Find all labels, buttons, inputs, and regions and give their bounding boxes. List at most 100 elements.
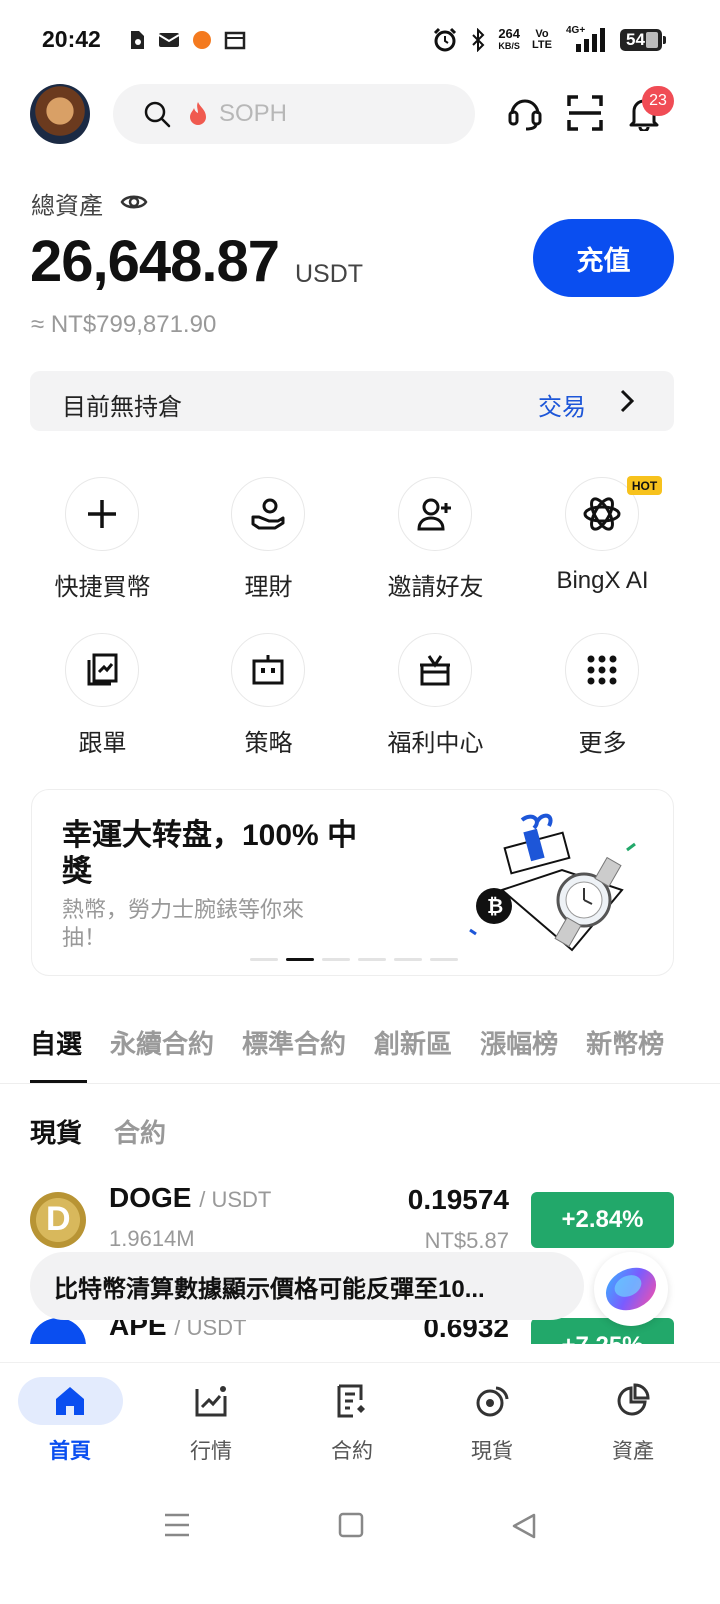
search-icon — [144, 101, 171, 128]
subtab-futures[interactable]: 合約 — [114, 1113, 166, 1150]
market-tabs: 自選 永續合約 標準合約 創新區 漲幅榜 新幣榜 — [30, 1024, 664, 1061]
calendar-icon — [224, 31, 246, 50]
table-row[interactable]: D DOGE / USDT 1.9614M 0.19574 NT$5.87 +2… — [0, 1180, 720, 1260]
system-navigation — [0, 1484, 720, 1604]
coin-fiat-price: NT$5.87 — [424, 1228, 509, 1253]
bot-icon — [252, 655, 284, 685]
back-button[interactable] — [510, 1512, 538, 1545]
nav-label: 資產 — [612, 1440, 654, 1463]
total-assets-label: 總資產 — [31, 193, 103, 220]
coin-price: 0.19574 — [407, 1184, 509, 1215]
quick-action-earn[interactable]: 理財 — [185, 477, 352, 617]
scan-button[interactable] — [565, 93, 605, 133]
spot-icon — [476, 1386, 509, 1417]
quick-action-rewards[interactable]: 福利中心 — [352, 633, 519, 773]
trade-link[interactable]: 交易 — [538, 387, 586, 422]
bluetooth-icon — [472, 28, 485, 52]
volte-indicator: Vo LTE — [532, 28, 552, 51]
mail-icon — [158, 33, 180, 47]
pie-icon — [617, 1383, 650, 1416]
quick-action-label: 理財 — [244, 574, 293, 601]
deposit-button[interactable]: 充值 — [533, 219, 674, 297]
headset-icon — [508, 99, 542, 131]
notification-badge: 23 — [642, 86, 674, 116]
promo-banner[interactable]: 幸運大转盘，100% 中獎 熱幣，勞力士腕錶等你來抽！ ₿ — [31, 789, 674, 976]
document-icon — [131, 31, 144, 49]
battery-indicator: 54 — [620, 29, 666, 51]
position-status: 目前無持倉 — [62, 394, 182, 421]
banner-title: 幸運大转盘，100% 中獎 — [62, 819, 358, 888]
quick-action-label: 福利中心 — [387, 730, 484, 757]
toggle-visibility-button[interactable] — [120, 190, 148, 219]
nav-label: 現貨 — [471, 1440, 513, 1463]
nav-label: 合約 — [331, 1440, 373, 1463]
recent-apps-button[interactable] — [163, 1512, 191, 1543]
tab-new-listings[interactable]: 新幣榜 — [586, 1024, 664, 1061]
nav-label: 行情 — [190, 1440, 232, 1463]
quick-action-buy-crypto[interactable]: 快捷買幣 — [19, 477, 186, 617]
banner-subtitle: 熱幣，勞力士腕錶等你來抽！ — [62, 897, 305, 950]
ai-assistant-button[interactable] — [594, 1252, 668, 1326]
square-icon — [338, 1512, 364, 1538]
copy-trade-icon — [87, 653, 118, 686]
back-triangle-icon — [512, 1513, 536, 1539]
nav-futures[interactable]: 合約 — [282, 1363, 422, 1473]
position-bar[interactable]: 目前無持倉 交易 — [30, 371, 674, 431]
app-orange-icon — [193, 31, 211, 49]
grid-dots-icon — [587, 655, 617, 685]
tab-top-gainers[interactable]: 漲幅榜 — [480, 1024, 558, 1061]
quick-action-bingx-ai[interactable]: BingX AI — [519, 477, 686, 617]
search-input[interactable]: SOPH — [113, 84, 475, 144]
add-user-icon — [417, 498, 451, 531]
scan-icon — [567, 95, 603, 131]
svg-text:₿: ₿ — [487, 894, 503, 918]
search-placeholder: SOPH — [219, 100, 288, 127]
quick-action-strategy[interactable]: 策略 — [185, 633, 352, 773]
plus-icon — [88, 500, 116, 528]
alarm-icon — [434, 27, 457, 52]
hot-badge: HOT — [627, 476, 662, 495]
total-assets-unit: USDT — [295, 260, 364, 288]
home-icon — [56, 1387, 84, 1415]
divider — [0, 1083, 720, 1084]
market-subtabs: 現貨 合約 — [30, 1113, 166, 1150]
menu-icon — [165, 1513, 189, 1537]
nav-assets[interactable]: 資產 — [563, 1363, 703, 1473]
news-ticker[interactable]: 比特幣清算數據顯示價格可能反彈至10... — [30, 1252, 584, 1320]
tab-innovation[interactable]: 創新區 — [374, 1024, 452, 1061]
fire-icon — [190, 102, 206, 125]
tab-standard-futures[interactable]: 標準合約 — [242, 1024, 346, 1061]
bottom-nav: 首頁 行情 合約 現貨 資產 — [0, 1362, 720, 1482]
atom-icon — [583, 497, 621, 531]
total-assets-value: 26,648.87 — [30, 229, 280, 294]
signal-icon: 4G+ — [564, 25, 608, 53]
contract-icon — [337, 1384, 365, 1418]
home-button[interactable] — [338, 1512, 364, 1543]
quick-action-label: 策略 — [244, 730, 293, 757]
coin-symbol: DOGE / USDT — [109, 1182, 272, 1213]
tab-favorites[interactable]: 自選 — [30, 1024, 82, 1061]
net-speed: 264 KB/S — [498, 26, 521, 51]
status-system-icons: 264 KB/S Vo LTE 4G+ 54 — [432, 25, 666, 53]
nav-spot[interactable]: 現貨 — [422, 1363, 562, 1473]
tab-perpetual[interactable]: 永續合約 — [110, 1024, 214, 1061]
doge-logo: D — [30, 1192, 86, 1248]
total-assets-fiat: ≈ NT$799,871.90 — [31, 311, 217, 338]
chevron-right-icon — [620, 389, 634, 413]
quick-action-copy-trade[interactable]: 跟單 — [19, 633, 186, 773]
avatar[interactable] — [30, 84, 90, 144]
subtab-spot[interactable]: 現貨 — [30, 1113, 82, 1150]
quick-action-more[interactable]: 更多 — [519, 633, 686, 773]
gift-icon — [420, 655, 450, 686]
status-notification-icons — [128, 30, 246, 50]
ai-orb-icon — [605, 1267, 657, 1311]
nav-home[interactable]: 首頁 — [0, 1363, 140, 1473]
nav-markets[interactable]: 行情 — [141, 1363, 281, 1473]
nav-label: 首頁 — [49, 1440, 91, 1463]
change-badge[interactable]: +2.84% — [531, 1192, 674, 1248]
change-badge[interactable]: +7.25% — [531, 1318, 674, 1344]
support-button[interactable] — [505, 93, 545, 133]
quick-action-invite[interactable]: 邀請好友 — [352, 477, 519, 617]
eye-icon — [120, 195, 148, 209]
quick-action-label: 邀請好友 — [387, 574, 484, 601]
